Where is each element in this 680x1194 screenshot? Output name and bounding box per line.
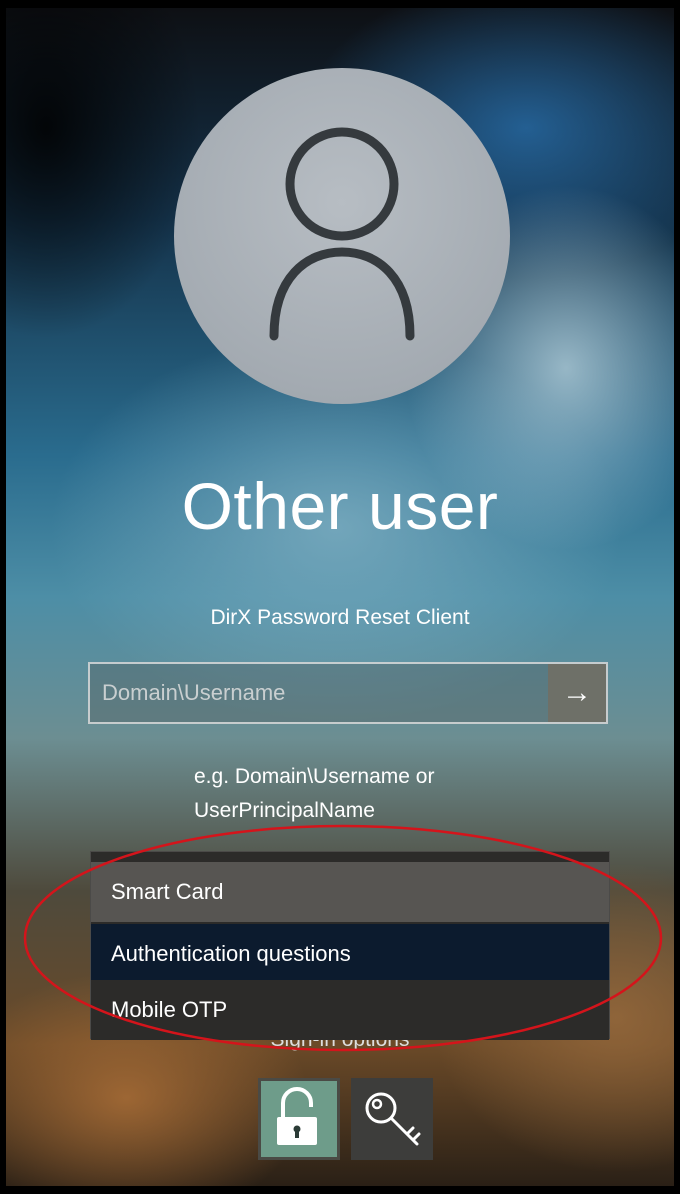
arrow-right-icon: → bbox=[562, 676, 592, 709]
menu-item-mobile-otp[interactable]: Mobile OTP bbox=[91, 980, 609, 1040]
hint-line-2: UserPrincipalName bbox=[194, 799, 375, 822]
menu-item-smart-card[interactable]: Smart Card bbox=[91, 862, 609, 922]
user-name: Other user bbox=[181, 469, 499, 543]
lock-screen: Other user DirX Password Reset Client → … bbox=[6, 8, 674, 1186]
username-input[interactable] bbox=[90, 664, 550, 722]
key-icon bbox=[365, 1092, 421, 1146]
menu-item-authentication-questions[interactable]: Authentication questions bbox=[91, 924, 609, 984]
signin-option-key[interactable] bbox=[351, 1078, 433, 1160]
auth-method-menu: Smart Card Authentication questions Mobi… bbox=[90, 851, 610, 1040]
person-icon bbox=[269, 127, 415, 341]
hint-line-1: e.g. Domain\Username or bbox=[194, 765, 435, 788]
provider-label: DirX Password Reset Client bbox=[210, 606, 470, 629]
unlock-icon bbox=[277, 1087, 317, 1145]
username-hint: e.g. Domain\Username or UserPrincipalNam… bbox=[194, 760, 434, 828]
user-avatar bbox=[174, 68, 510, 404]
username-field: → bbox=[88, 662, 608, 724]
signin-option-unlock[interactable] bbox=[258, 1078, 340, 1160]
submit-button[interactable]: → bbox=[548, 664, 606, 722]
